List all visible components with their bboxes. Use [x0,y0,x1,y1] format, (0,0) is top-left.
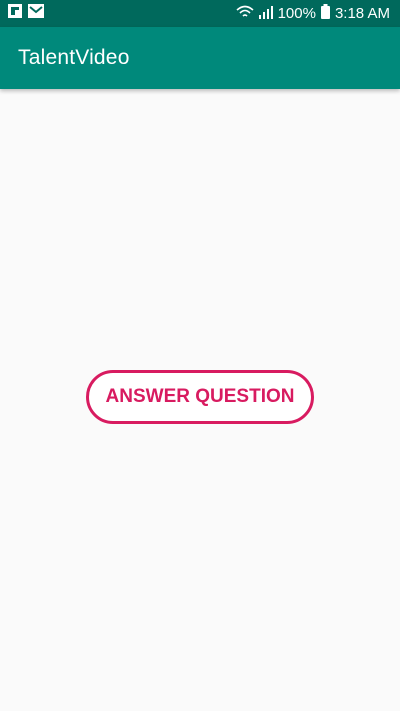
battery-percent: 100% [277,5,316,22]
clock: 3:18 AM [334,5,390,22]
notification-icons [8,4,44,23]
status-bar: 100% 3:18 AM [0,0,400,27]
app-bar: TalentVideo [0,27,400,89]
main-content: ANSWER QUESTION [0,89,400,711]
battery-icon [320,4,330,23]
mail-icon [28,4,44,23]
answer-question-button[interactable]: ANSWER QUESTION [86,370,314,424]
system-status: 100% 3:18 AM [236,4,390,23]
flipboard-icon [8,4,22,23]
signal-icon [258,5,273,23]
wifi-icon [236,5,254,23]
app-title: TalentVideo [18,46,130,69]
